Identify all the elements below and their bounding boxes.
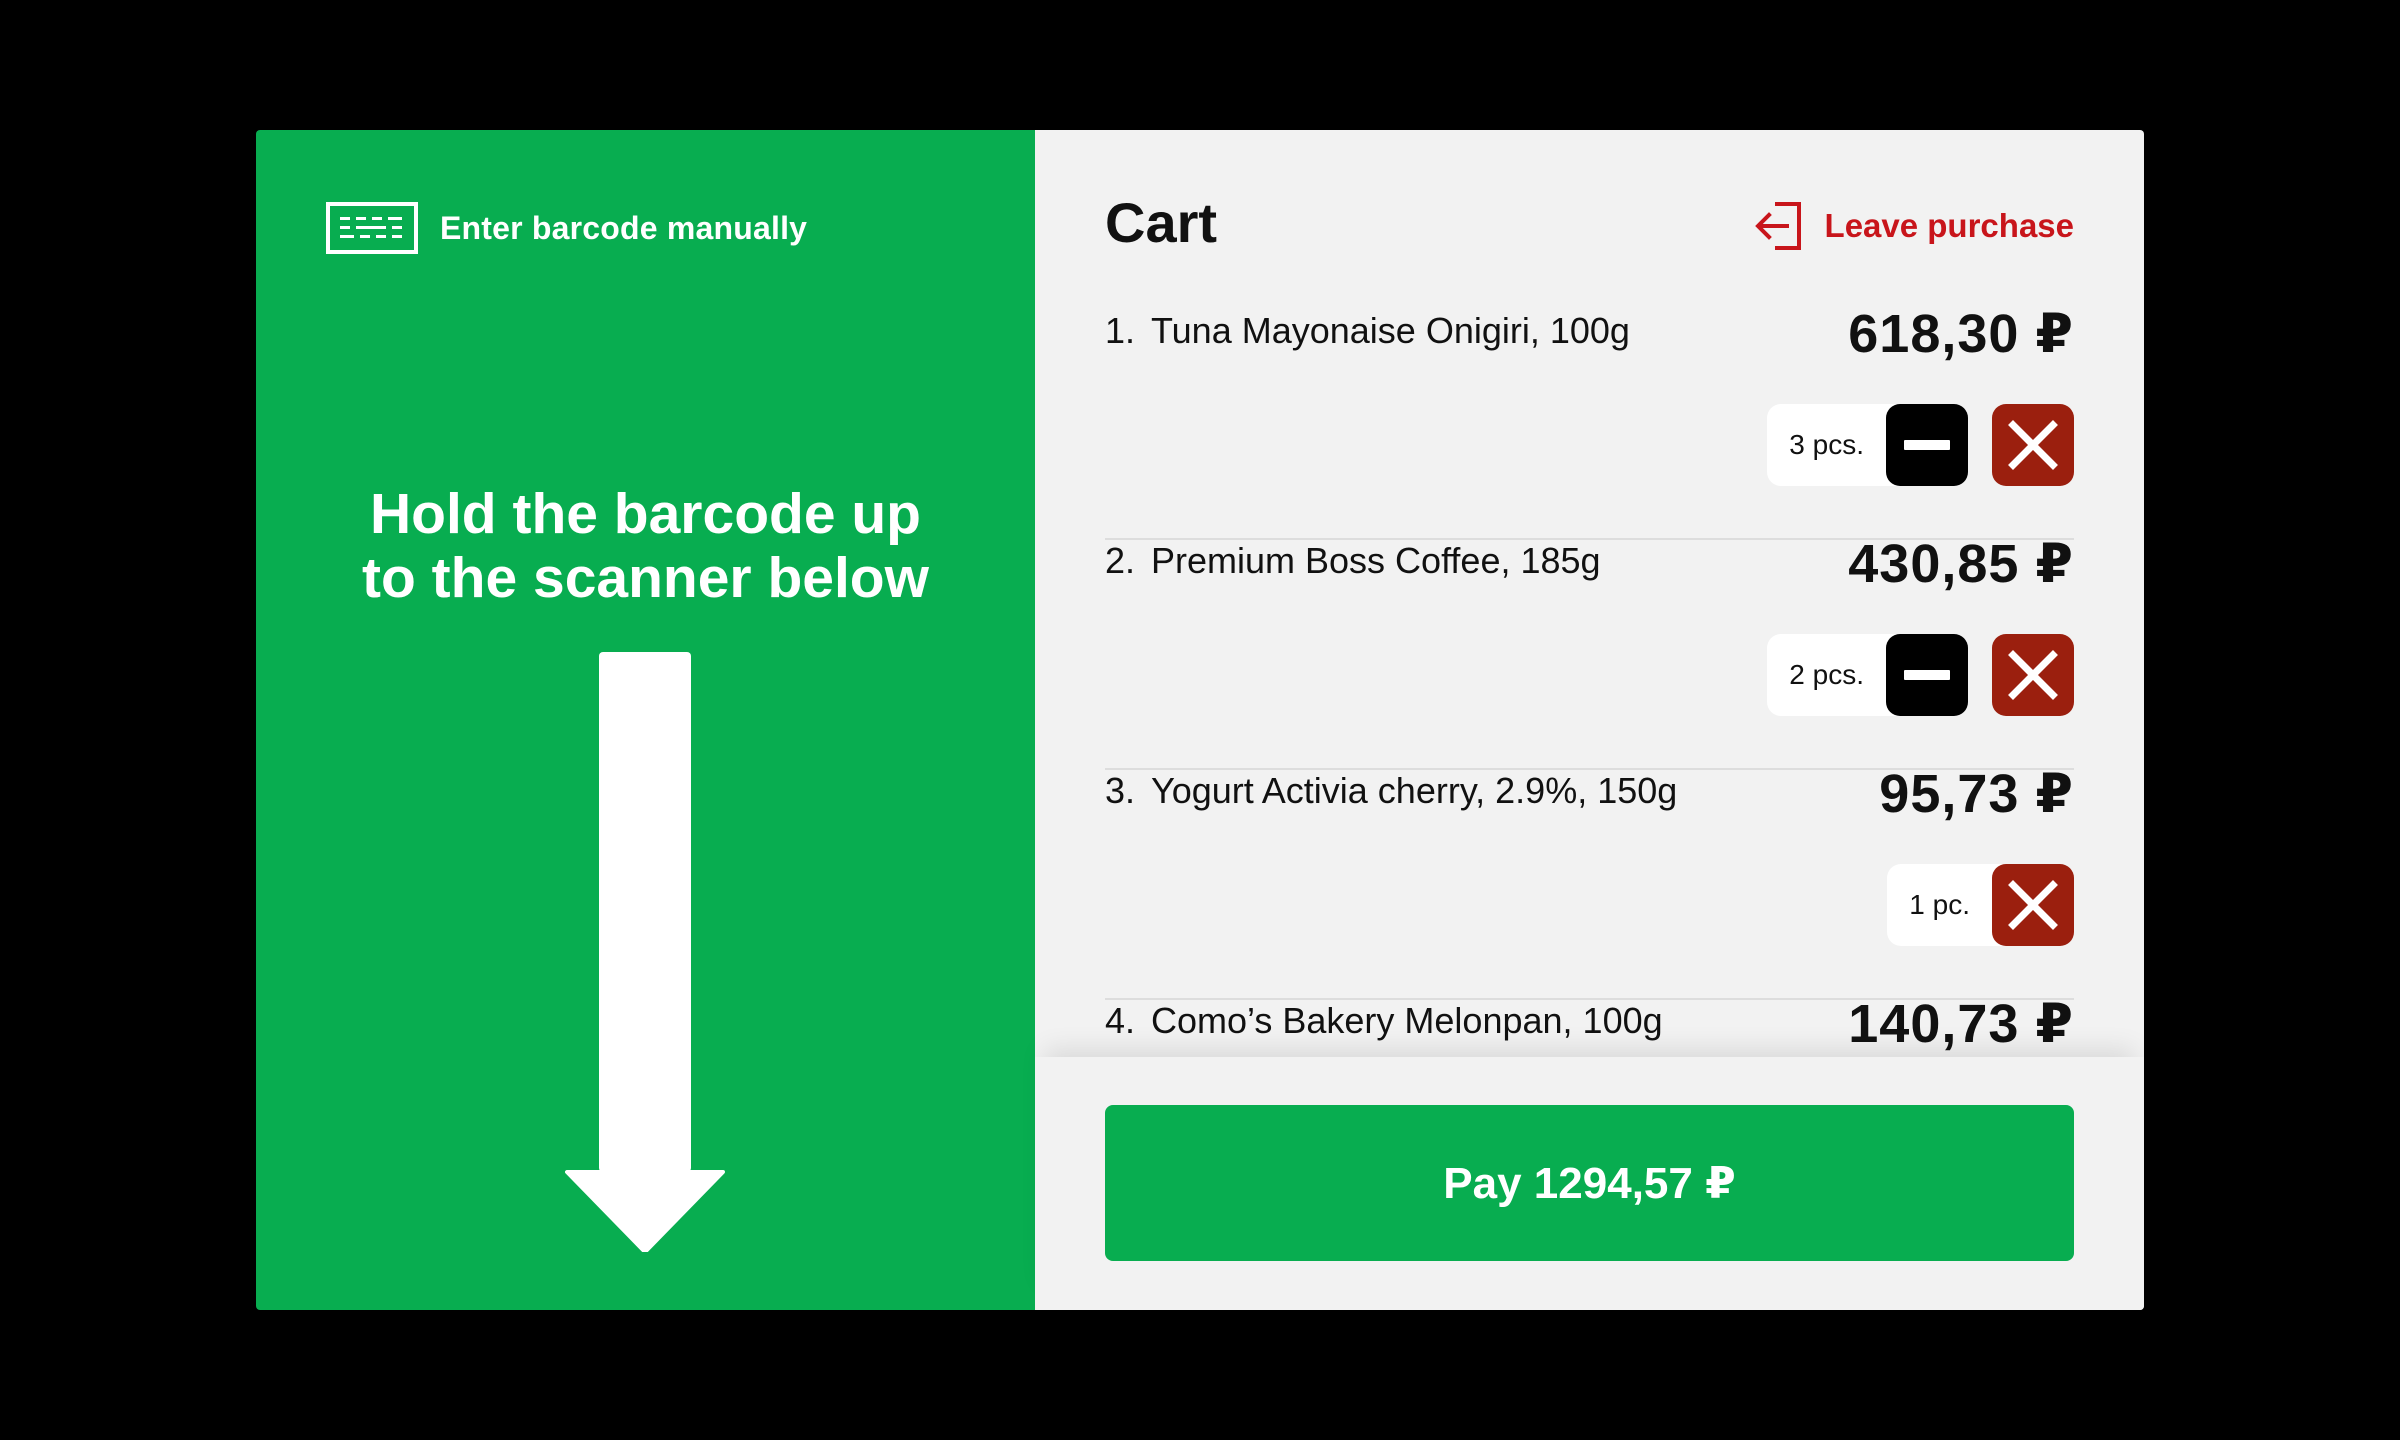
enter-barcode-manually-label: Enter barcode manually [440, 209, 808, 246]
item-price: 140,73 ₽ [1848, 994, 2074, 1054]
down-arrow-icon [565, 652, 725, 1252]
item-name: 1. Tuna Mayonaise Onigiri, 100g [1105, 310, 1630, 352]
cart-item: 2. Premium Boss Coffee, 185g 430,85 ₽ 2 p… [1105, 534, 2074, 770]
item-name-text: Tuna Mayonaise Onigiri, 100g [1151, 310, 1630, 351]
quantity-display: 1 pc. [1887, 864, 2004, 946]
scan-instruction-line2: to the scanner below [362, 546, 929, 610]
scan-panel: Enter barcode manually Hold the barcode … [256, 130, 1035, 1310]
item-controls: 3 pcs. [1767, 404, 2074, 486]
item-controls: 1 pc. [1887, 864, 2074, 946]
item-name: 4. Como’s Bakery Melonpan, 100g [1105, 1000, 1663, 1042]
item-name: 2. Premium Boss Coffee, 185g [1105, 540, 1601, 582]
cart-panel: Cart Leave purchase 1. Tuna Mayonaise Oni… [1035, 130, 2144, 1310]
cart-item: 3. Yogurt Activia cherry, 2.9%, 150g 95,7… [1105, 764, 2074, 1000]
quantity-display: 2 pcs. [1767, 634, 1898, 716]
cart-title: Cart [1105, 191, 1218, 254]
item-controls: 2 pcs. [1767, 634, 2074, 716]
footer-panel: Pay 1294,57 ₽ [1035, 1057, 2144, 1310]
decrease-quantity-button[interactable] [1886, 634, 1968, 716]
item-name: 3. Yogurt Activia cherry, 2.9%, 150g [1105, 770, 1677, 812]
exit-icon [1754, 202, 1801, 250]
item-index: 4. [1105, 1000, 1136, 1041]
pay-button[interactable]: Pay 1294,57 ₽ [1105, 1105, 2074, 1261]
scan-instruction: Hold the barcode up to the scanner below [256, 482, 1035, 610]
remove-item-button[interactable] [1992, 634, 2074, 716]
cart-header: Cart Leave purchase [1105, 190, 2074, 260]
close-icon [2008, 420, 2058, 470]
cart-list: 1. Tuna Mayonaise Onigiri, 100g 618,30 ₽ … [1105, 310, 2074, 1186]
scan-instruction-line1: Hold the barcode up [369, 482, 922, 546]
remove-item-button[interactable] [1992, 404, 2074, 486]
minus-icon [1904, 670, 1950, 680]
item-index: 3. [1105, 770, 1136, 811]
leave-purchase-label: Leave purchase [1824, 207, 2074, 244]
quantity-display: 3 pcs. [1767, 404, 1898, 486]
item-index: 1. [1105, 310, 1136, 351]
cart-item: 1. Tuna Mayonaise Onigiri, 100g 618,30 ₽ … [1105, 310, 2074, 540]
decrease-quantity-button[interactable] [1886, 404, 1968, 486]
close-icon [2008, 880, 2058, 930]
item-name-text: Yogurt Activia cherry, 2.9%, 150g [1151, 770, 1678, 811]
item-name-text: Como’s Bakery Melonpan, 100g [1151, 1000, 1663, 1041]
keyboard-icon [326, 202, 418, 254]
enter-barcode-manually-button[interactable]: Enter barcode manually [326, 202, 807, 254]
remove-item-button[interactable] [1992, 864, 2074, 946]
close-icon [2008, 650, 2058, 700]
item-price: 95,73 ₽ [1879, 764, 2074, 824]
self-checkout-screen: Enter barcode manually Hold the barcode … [256, 130, 2144, 1310]
minus-icon [1904, 440, 1950, 450]
item-name-text: Premium Boss Coffee, 185g [1151, 540, 1601, 581]
leave-purchase-button[interactable]: Leave purchase [1753, 200, 2074, 252]
item-price: 618,30 ₽ [1848, 310, 2074, 364]
item-price: 430,85 ₽ [1848, 534, 2074, 594]
item-index: 2. [1105, 540, 1136, 581]
